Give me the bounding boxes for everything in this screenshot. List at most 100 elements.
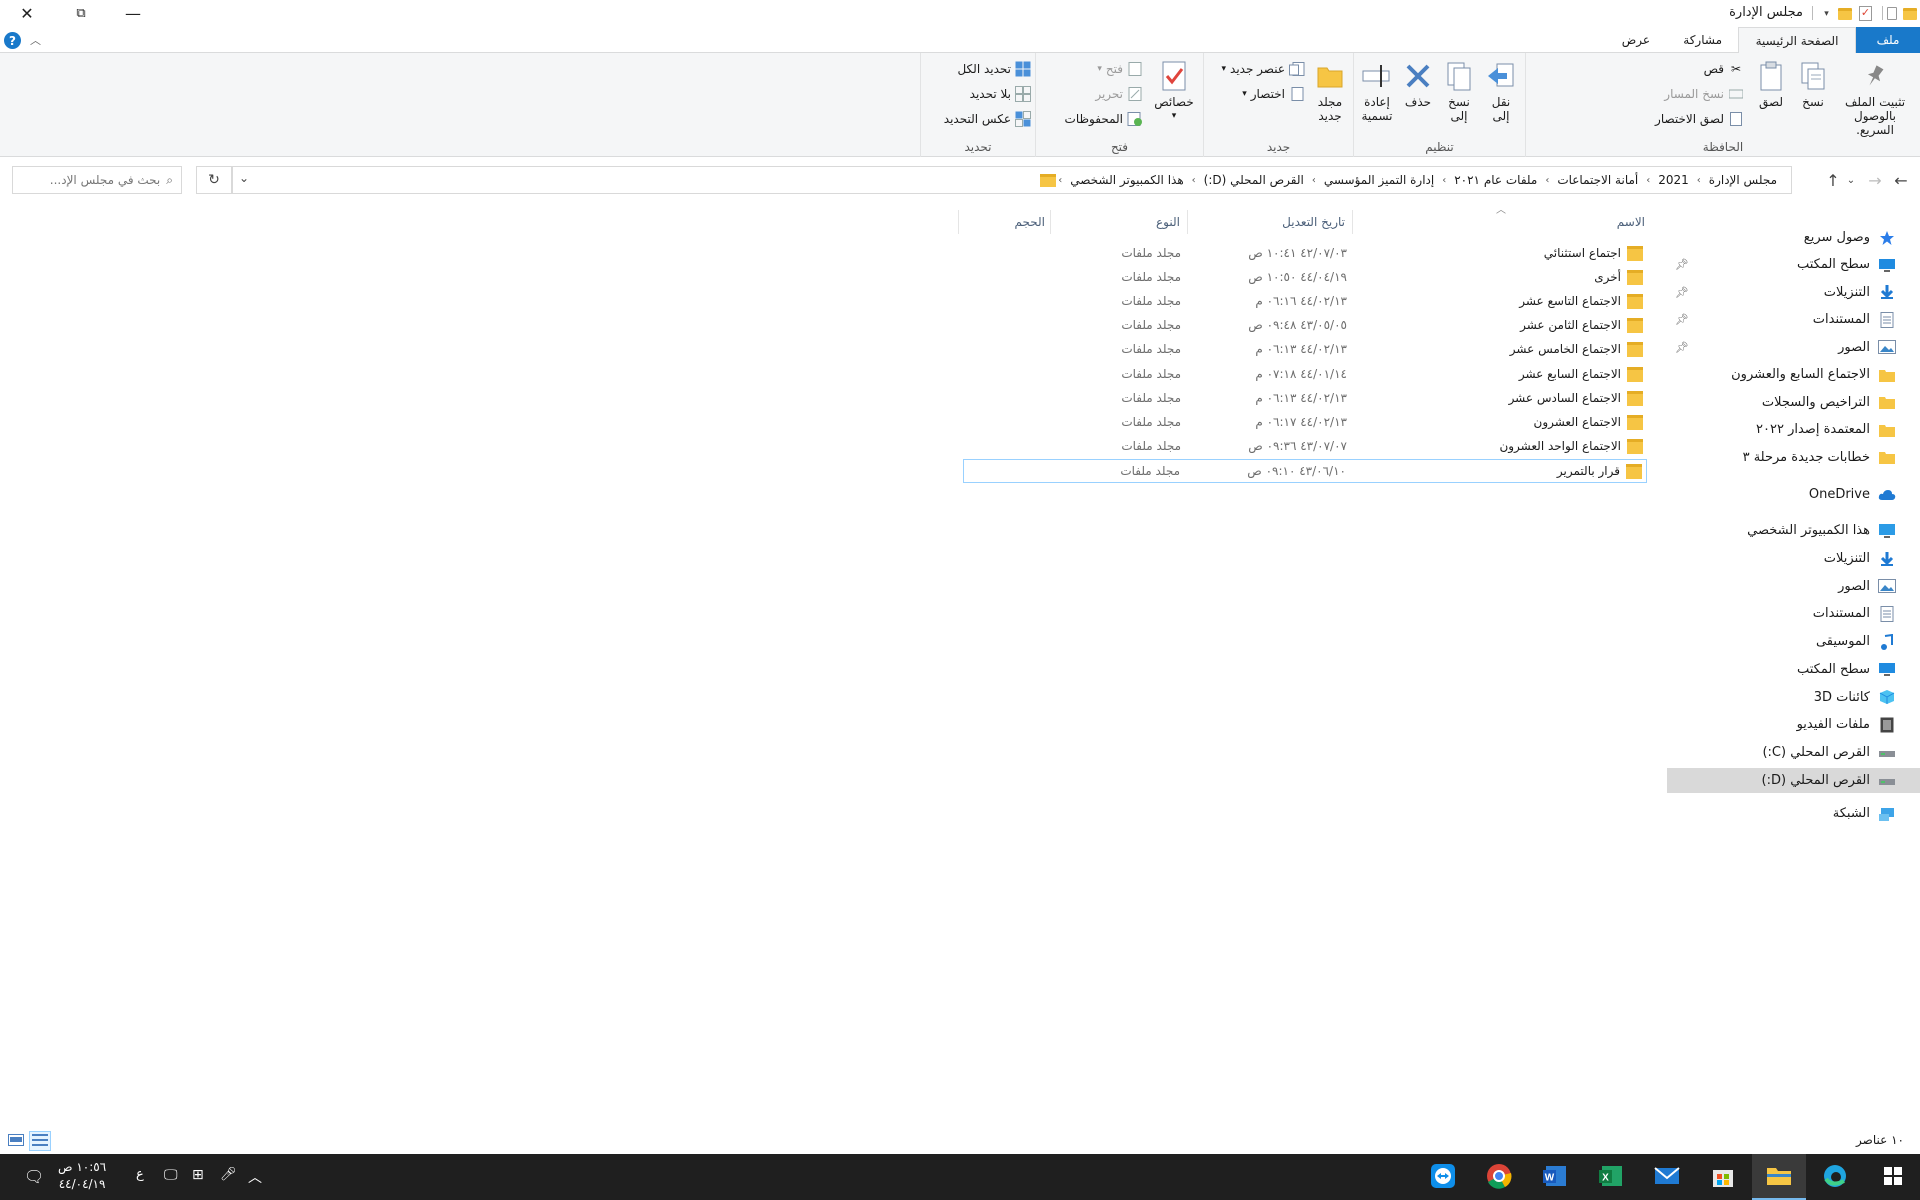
nav-item[interactable]: الصور [1665,574,1920,599]
table-row[interactable]: الاجتماع الثامن عشر ٤٣/٠٥/٠٥ ٠٩:٤٨ ص مجلد … [963,314,1647,338]
nav-item[interactable]: الاجتماع السابع والعشرون [1665,362,1920,387]
breadcrumb-item[interactable]: القرص المحلي (D:) [1198,173,1310,187]
column-header-size[interactable]: الحجم [1015,210,1045,234]
store-taskbar-button[interactable] [1696,1154,1750,1200]
copy-to-button[interactable]: نسخ إلى [1441,59,1477,123]
paste-button[interactable]: لصق [1754,59,1788,109]
start-button[interactable] [1866,1154,1920,1200]
table-row[interactable]: الاجتماع العشرون ٤٤/٠٢/١٣ ٠٦:١٧ م مجلد ملف… [963,411,1647,435]
cut-button[interactable]: ✂ قص [1704,59,1744,79]
new-folder-button[interactable]: مجلد جديد [1313,59,1347,123]
show-hidden-icons-icon[interactable]: ︿ [248,1167,262,1187]
table-row[interactable]: قرار بالتمرير ٤٣/٠٦/١٠ ٠٩:١٠ ص مجلد ملفات [963,458,1647,483]
qa-new-folder-icon[interactable] [1836,5,1853,22]
nav-item[interactable]: التنزيلات 📌︎ [1665,280,1920,305]
nav-item[interactable]: المستندات 📌︎ [1665,307,1920,332]
qa-properties-icon[interactable]: ✓ [1857,5,1874,22]
word-taskbar-button[interactable]: W [1528,1154,1582,1200]
paste-shortcut-button[interactable]: لصق الاختصار [1655,109,1744,129]
breadcrumb-item[interactable]: إدارة التميز المؤسسي [1318,173,1440,187]
column-divider[interactable] [1050,210,1051,234]
breadcrumb-item[interactable]: ملفات عام ٢٠٢١ [1448,173,1543,187]
notifications-icon[interactable]: 🗨︎ [24,1167,44,1186]
nav-item[interactable]: سطح المكتب [1665,657,1920,682]
nav-item[interactable]: القرص المحلي (C:) [1665,740,1920,765]
pin-icon[interactable]: 📌︎ [1675,313,1689,326]
clock[interactable]: ١٠:٥٦ ص ٤٤/٠٤/١٩ [58,1159,106,1193]
nav-item[interactable]: المستندات [1665,601,1920,626]
nav-item[interactable]: التراخيص والسجلات [1665,390,1920,415]
column-divider[interactable] [958,210,959,234]
properties-button[interactable]: خصائص ▾ [1149,59,1199,123]
column-header-name[interactable]: الاسم [1617,210,1645,234]
pin-quick-access-button[interactable]: تثبيت الملف بالوصول السريع. [1838,59,1912,137]
excel-taskbar-button[interactable]: X [1584,1154,1638,1200]
column-divider[interactable] [1352,210,1353,234]
chevron-icon[interactable]: › [1310,175,1318,186]
nav-item[interactable]: الموسيقى [1665,629,1920,654]
table-row[interactable]: الاجتماع التاسع عشر ٤٤/٠٢/١٣ ٠٦:١٦ م مجلد … [963,290,1647,314]
pin-icon[interactable]: 📌︎ [1675,258,1689,271]
edit-button[interactable]: تحرير [1095,84,1143,104]
breadcrumb-item[interactable]: 2021 [1652,173,1695,187]
select-none-button[interactable]: بلا تحديد [970,84,1031,104]
nav-this-pc[interactable]: هذا الكمبيوتر الشخصي [1665,518,1920,543]
table-row[interactable]: الاجتماع الواحد العشرون ٤٣/٠٧/٠٧ ٠٩:٣٦ ص م… [963,435,1647,459]
help-icon[interactable]: ? [4,32,21,49]
table-row[interactable]: الاجتماع السابع عشر ٤٤/٠١/١٤ ٠٧:١٨ م مجلد … [963,363,1647,387]
column-header-date[interactable]: تاريخ التعديل [1282,210,1345,234]
collapse-ribbon-icon[interactable]: ︿ [30,32,41,48]
qa-customize-icon[interactable]: ▾ [1818,5,1835,22]
minimize-button[interactable]: — [110,0,156,27]
address-dropdown-icon[interactable]: ⌄ [239,171,249,185]
forward-arrow-icon[interactable]: → [1864,169,1886,191]
nav-item[interactable]: التنزيلات [1665,546,1920,571]
pin-icon[interactable]: 📌︎ [1675,341,1689,354]
nav-item[interactable]: القرص المحلي (D:) [1667,767,1920,793]
nav-item[interactable]: كائنات 3D [1665,685,1920,710]
back-arrow-icon[interactable]: ← [1890,169,1912,191]
breadcrumb-item[interactable]: مجلس الإدارة [1703,173,1783,187]
invert-selection-button[interactable]: عكس التحديد [944,109,1031,129]
meet-now-icon[interactable]: 🎤︎ [220,1167,237,1182]
new-item-button[interactable]: عنصر جديد ▾ [1221,59,1305,79]
close-button[interactable]: ✕ [4,0,50,27]
breadcrumb-item[interactable]: أمانة الاجتماعات [1551,173,1644,187]
teamviewer-taskbar-button[interactable] [1416,1154,1470,1200]
restore-button[interactable]: ⧉ [58,0,104,27]
chrome-taskbar-button[interactable] [1472,1154,1526,1200]
search-input[interactable]: ⌕ بحث في مجلس الإد... [12,166,182,194]
open-button[interactable]: فتح ▾ [1097,59,1143,79]
chevron-icon[interactable]: › [1644,175,1652,186]
move-to-button[interactable]: نقل إلى [1483,59,1519,123]
nav-item[interactable]: سطح المكتب 📌︎ [1665,252,1920,277]
file-explorer-taskbar-button[interactable] [1752,1154,1806,1200]
chevron-icon[interactable]: › [1695,175,1703,186]
nav-quick-access[interactable]: وصول سريع [1665,225,1920,250]
table-row[interactable]: اجتماع استثنائي ٤٢/٠٧/٠٣ ١٠:٤١ ص مجلد ملفا… [963,242,1647,266]
address-bar[interactable]: › هذا الكمبيوتر الشخصي › القرص المحلي (D… [232,166,1792,194]
select-all-button[interactable]: تحديد الكل [957,59,1031,79]
details-view-button[interactable] [29,1131,51,1151]
large-icons-view-button[interactable] [5,1131,27,1151]
nav-onedrive[interactable]: OneDrive [1665,482,1920,507]
tab-view[interactable]: عرض [1608,27,1664,53]
rename-button[interactable]: إعادة تسمية [1357,59,1397,123]
mail-taskbar-button[interactable] [1640,1154,1694,1200]
tab-file[interactable]: ملف [1856,27,1920,53]
table-row[interactable]: الاجتماع الخامس عشر ٤٤/٠٢/١٣ ٠٦:١٣ م مجلد … [963,338,1647,362]
table-row[interactable]: أخرى ٤٤/٠٤/١٩ ١٠:٥٠ ص مجلد ملفات [963,266,1647,290]
tab-home[interactable]: الصفحة الرئيسية [1738,27,1856,54]
edge-taskbar-button[interactable] [1808,1154,1862,1200]
input-language-indicator[interactable]: ع [136,1167,144,1182]
nav-item[interactable]: خطابات جديدة مرحلة ٣ [1665,445,1920,470]
delete-button[interactable]: حذف [1401,59,1435,109]
nav-item[interactable]: الصور 📌︎ [1665,335,1920,360]
nav-item[interactable]: المعتمدة إصدار ٢٠٢٢ [1665,417,1920,442]
chevron-icon[interactable]: › [1190,175,1198,186]
up-arrow-icon[interactable]: ↑ [1822,169,1844,191]
chevron-icon[interactable]: › [1440,175,1448,186]
history-button[interactable]: المحفوظات [1065,109,1143,129]
network-tray-icon[interactable]: 🖵︎ [164,1167,178,1183]
nav-network[interactable]: الشبكة [1665,801,1920,826]
